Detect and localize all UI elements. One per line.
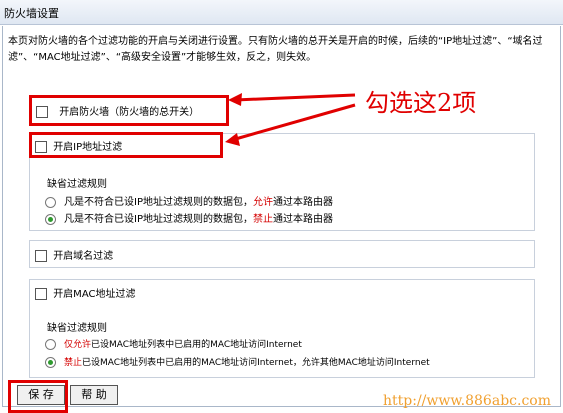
arrowhead-ip-filter	[225, 133, 240, 146]
arrowhead-firewall-master	[228, 93, 242, 106]
annotation-arrows	[225, 93, 356, 146]
watermark: http://www.886abc.com	[383, 393, 551, 409]
arrow-to-firewall-master	[234, 93, 356, 102]
arrow-to-ip-filter	[231, 103, 356, 142]
annotation-text: 勾选这2项	[365, 89, 477, 117]
